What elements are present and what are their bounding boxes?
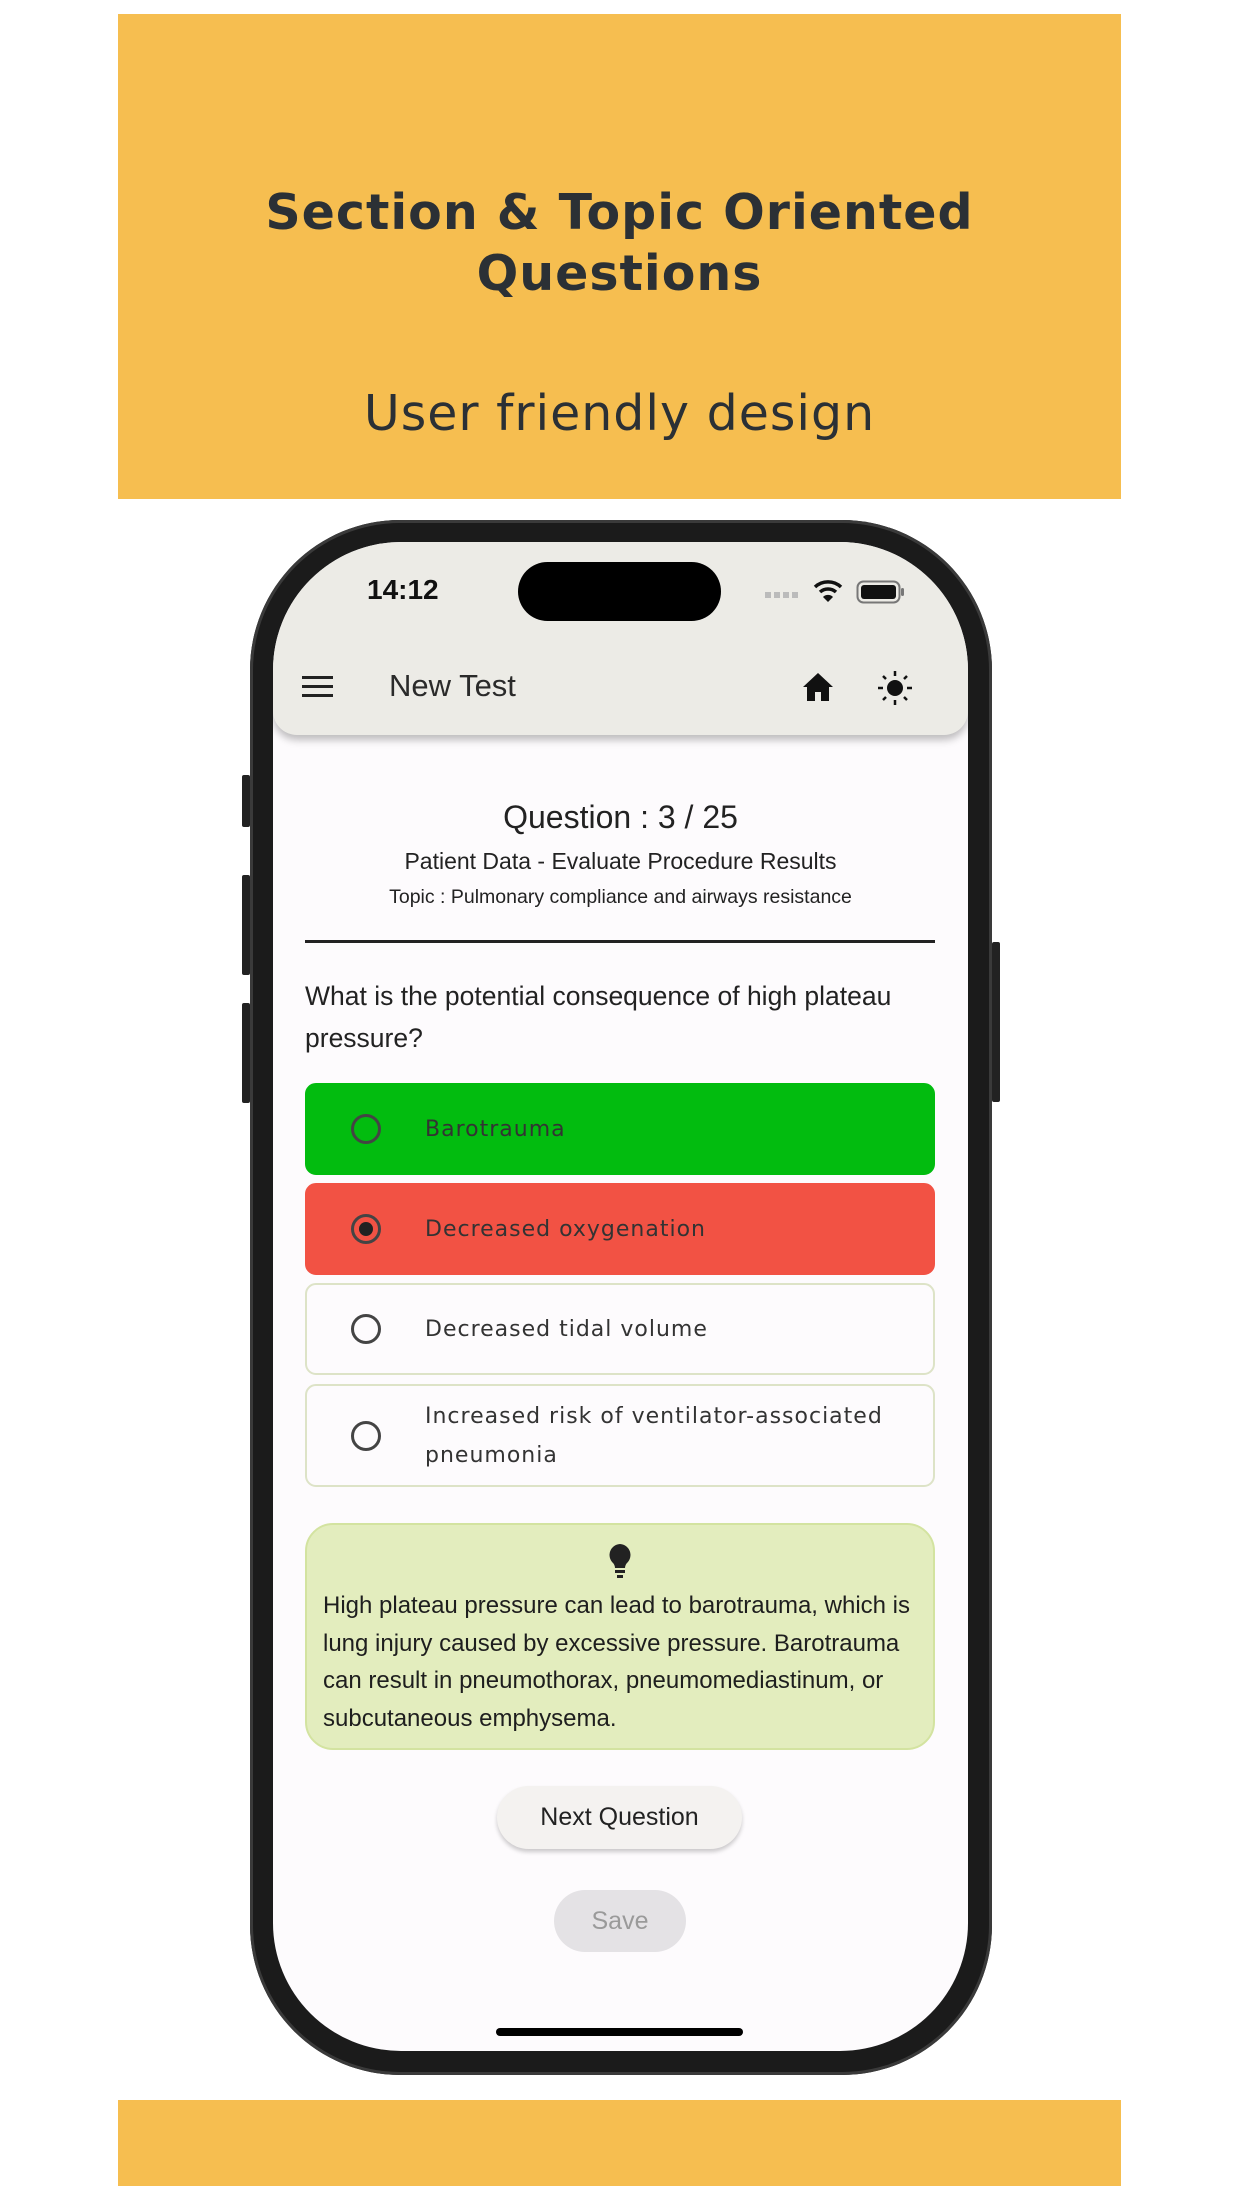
banner-subtitle: User friendly design (363, 385, 876, 442)
radio-button[interactable] (351, 1314, 381, 1344)
phone-screen: 14:12 New Test Question : 3 / 25 Patient… (273, 542, 968, 2051)
lightbulb-icon (609, 1544, 631, 1578)
volume-down-button (242, 1003, 250, 1103)
dynamic-island (518, 562, 721, 621)
section-name: Patient Data - Evaluate Procedure Result… (404, 848, 837, 874)
status-time: 14:12 (367, 574, 439, 605)
battery-icon (856, 580, 904, 604)
answer-option-selected-wrong[interactable]: Decreased oxygenation (305, 1183, 935, 1275)
app-bar: 14:12 New Test (273, 542, 968, 735)
question-text: What is the potential consequence of hig… (305, 981, 892, 1053)
divider (305, 940, 935, 943)
signal-icon (765, 592, 798, 598)
radio-button[interactable] (351, 1420, 381, 1451)
app-title: New Test (389, 668, 516, 703)
answer-option-correct[interactable]: Barotrauma (305, 1083, 935, 1175)
option-label: Barotrauma (425, 1116, 566, 1142)
option-label: Decreased tidal volume (425, 1316, 708, 1342)
explanation-text: High plateau pressure can lead to barotr… (323, 1592, 910, 1732)
topic-name: Topic : Pulmonary compliance and airways… (389, 886, 852, 908)
answer-option[interactable]: Increased risk of ventilator-associated … (305, 1384, 935, 1487)
answer-option[interactable]: Decreased tidal volume (305, 1283, 935, 1375)
option-label: Decreased oxygenation (425, 1216, 706, 1242)
question-counter: Question : 3 / 25 (503, 799, 738, 835)
banner-title: Section & Topic Oriented Questions (265, 184, 974, 302)
radio-button-selected[interactable] (351, 1214, 381, 1244)
explanation-box: High plateau pressure can lead to barotr… (305, 1523, 935, 1750)
home-icon[interactable] (802, 672, 834, 702)
volume-up-button (242, 875, 250, 975)
radio-button[interactable] (351, 1114, 381, 1144)
home-indicator (496, 2028, 743, 2036)
next-question-button[interactable]: Next Question (497, 1786, 742, 1849)
save-button[interactable]: Save (554, 1890, 686, 1952)
mute-switch (242, 775, 250, 827)
brightness-icon[interactable] (877, 670, 913, 706)
wifi-icon (813, 580, 843, 602)
footer-banner (118, 2100, 1121, 2186)
power-button (992, 942, 1000, 1102)
promo-banner: Section & Topic Oriented Questions User f… (118, 14, 1121, 499)
menu-icon[interactable] (302, 676, 333, 698)
option-label: Increased risk of ventilator-associated … (425, 1403, 883, 1468)
